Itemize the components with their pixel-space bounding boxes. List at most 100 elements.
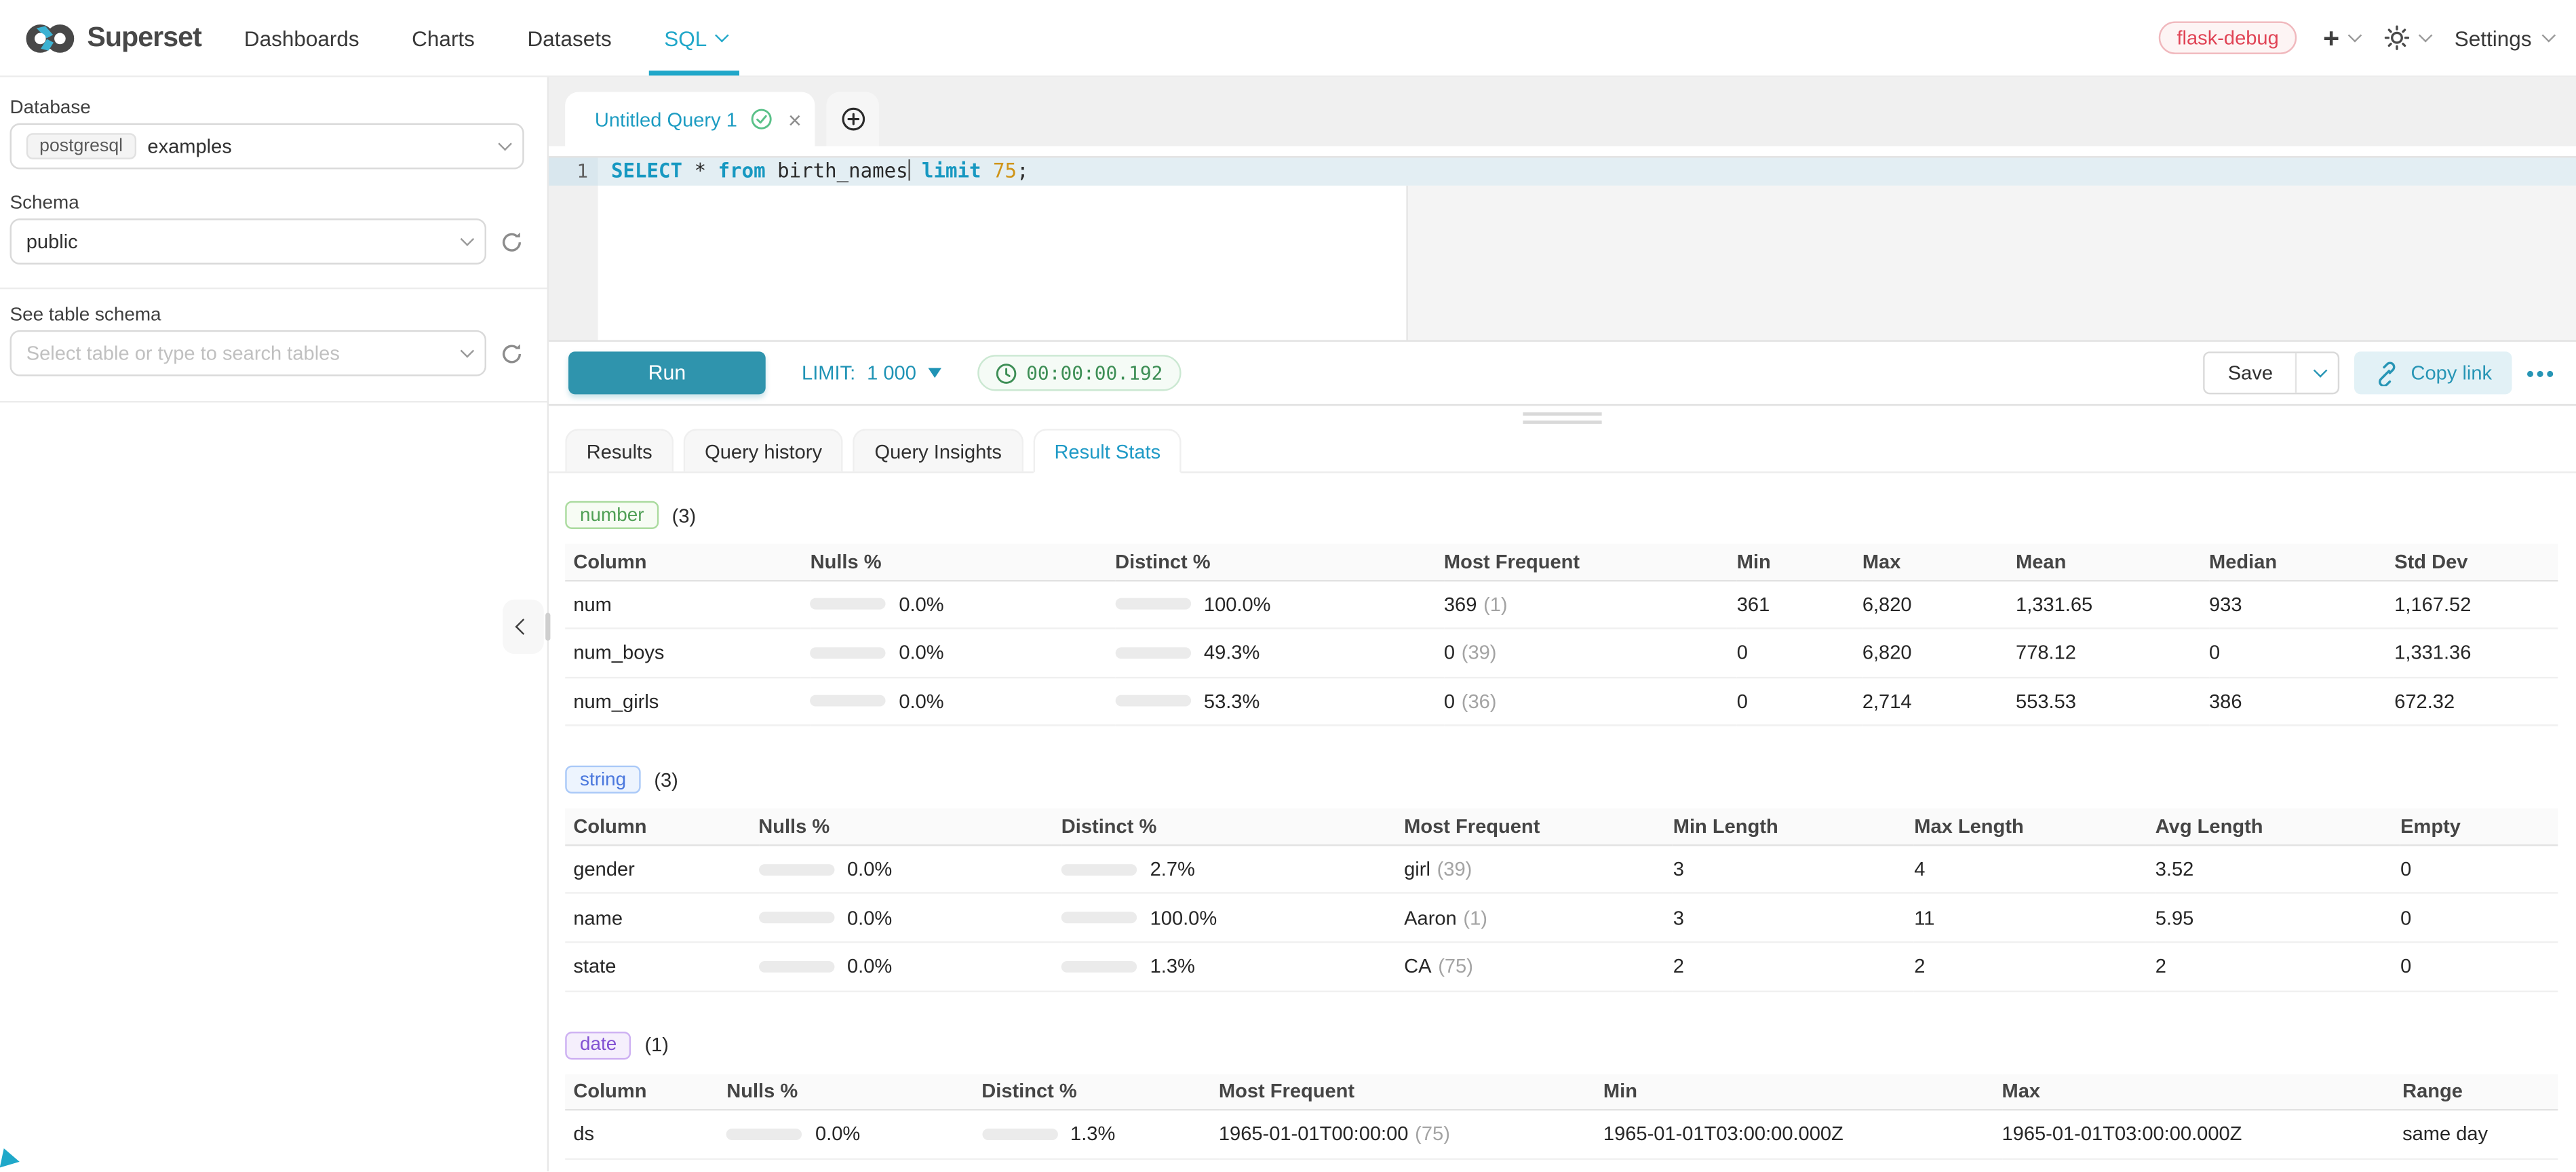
nav-item-charts[interactable]: Charts [412, 0, 475, 75]
value-cell: num_boys [565, 629, 810, 678]
percent-cell: 0.0% [758, 845, 1061, 894]
schema-select[interactable]: public [10, 218, 486, 265]
table-schema-label: See table schema [0, 306, 547, 326]
sql-token-number: 75 [993, 159, 1017, 182]
settings-menu[interactable]: Settings [2455, 26, 2552, 50]
value-cell: 1965-01-01T03:00:00.000Z [2002, 1110, 2403, 1158]
database-select[interactable]: postgresql examples [10, 123, 524, 170]
sql-code-line: SELECT * from birth_names limit 75; [611, 158, 1029, 186]
save-button[interactable]: Save [2205, 353, 2296, 393]
column-header: Most Frequent [1444, 544, 1737, 580]
value-cell: 553.53 [2016, 677, 2209, 726]
sidebar-divider [0, 401, 547, 402]
type-badge-number: number [565, 501, 659, 529]
nav-item-datasets[interactable]: Datasets [527, 0, 611, 75]
chevron-down-icon [461, 232, 475, 246]
close-tab-icon[interactable]: × [788, 108, 802, 131]
panel-scrollbar-thumb[interactable] [545, 612, 550, 640]
copy-link-button[interactable]: Copy link [2355, 351, 2512, 394]
navbar: Superset Dashboards Charts Datasets SQL … [0, 0, 2576, 77]
value-cell: ds [565, 1110, 726, 1158]
print-margin-zone [1406, 186, 2576, 340]
theme-dropdown[interactable] [2384, 24, 2428, 51]
navbar-right: flask-debug + Settings [2159, 21, 2552, 54]
column-header: Max Length [1914, 808, 2155, 844]
circle-plus-icon [840, 106, 865, 131]
table-select[interactable]: Select table or type to search tables [10, 330, 486, 376]
sql-editor-panel: Untitled Query 1 × [549, 77, 2576, 1171]
link-icon [2375, 361, 2399, 385]
save-options-caret[interactable] [2296, 353, 2339, 393]
column-header: Column [565, 1074, 726, 1110]
value-cell: 5.95 [2155, 893, 2400, 942]
add-query-tab-button[interactable] [826, 92, 879, 146]
column-header: Max [1862, 544, 2016, 580]
sql-token-plain: birth_names [766, 159, 908, 182]
query-tab-bar: Untitled Query 1 × [549, 77, 2576, 146]
column-header: Empty [2400, 808, 2558, 844]
tab-results[interactable]: Results [565, 429, 674, 471]
progress-bar [1061, 863, 1137, 875]
environment-tag: flask-debug [2159, 21, 2297, 54]
column-header: Distinct % [1115, 544, 1444, 580]
number-stats-table: ColumnNulls %Distinct %Most FrequentMinM… [565, 544, 2558, 727]
column-header: Nulls % [726, 1074, 981, 1110]
most-frequent-cell: Aaron(1) [1404, 893, 1673, 942]
tab-result-stats[interactable]: Result Stats [1033, 429, 1182, 473]
value-cell: 386 [2209, 677, 2394, 726]
superset-logo[interactable]: Superset [24, 21, 201, 54]
value-cell: 3 [1673, 845, 1914, 894]
limit-dropdown[interactable]: LIMIT: 1 000 [802, 362, 941, 385]
chevron-down-icon [2419, 28, 2433, 43]
limit-label: LIMIT: [802, 362, 855, 385]
elapsed-time: 00:00:00.192 [1026, 362, 1163, 385]
most-frequent-cell: CA(75) [1404, 942, 1673, 991]
pane-resize-handle[interactable] [1523, 412, 1601, 423]
nav-item-sql[interactable]: SQL [664, 0, 725, 75]
tabbar-bottom-strip [549, 146, 2576, 158]
chevron-down-icon [2314, 364, 2328, 378]
caret-down-icon [928, 368, 941, 378]
toolbar-right: Save Copy link ••• [2203, 351, 2556, 394]
column-count: (3) [654, 768, 678, 792]
chevron-left-icon [515, 619, 531, 635]
chevron-down-icon [716, 28, 730, 43]
value-cell: 0 [1737, 677, 1862, 726]
value-cell: 361 [1737, 580, 1862, 629]
refresh-tables-icon[interactable] [499, 341, 524, 366]
sidebar-divider [0, 288, 547, 289]
percent-cell: 0.0% [726, 1110, 981, 1158]
column-header: Min [1603, 1074, 2002, 1110]
most-frequent-cell: 1965-01-01T00:00:00(75) [1219, 1110, 1603, 1158]
value-cell: 1,331.36 [2394, 629, 2558, 678]
more-actions-button[interactable]: ••• [2526, 361, 2556, 385]
nav-item-dashboards[interactable]: Dashboards [244, 0, 359, 75]
tab-query-insights[interactable]: Query Insights [853, 429, 1023, 471]
progress-bar [811, 647, 886, 659]
column-header: Mean [2016, 544, 2209, 580]
collapse-sidebar-button[interactable] [503, 600, 544, 654]
column-header: Most Frequent [1404, 808, 1673, 844]
column-count: (1) [644, 1034, 669, 1057]
value-cell: 4 [1914, 845, 2155, 894]
progress-bar [1115, 647, 1190, 659]
value-cell: 0 [2400, 845, 2558, 894]
sql-token-plain [910, 159, 922, 182]
sql-lab-app: Superset Dashboards Charts Datasets SQL … [0, 0, 2576, 1172]
query-tab[interactable]: Untitled Query 1 × [565, 92, 815, 146]
value-cell: num_girls [565, 677, 810, 726]
percent-cell: 0.0% [758, 942, 1061, 991]
sql-code-editor[interactable]: 1 SELECT * from birth_names limit 75; [549, 158, 2576, 340]
refresh-schemas-icon[interactable] [499, 229, 524, 254]
run-button[interactable]: Run [568, 351, 766, 394]
new-item-dropdown[interactable]: + [2323, 24, 2358, 52]
column-header: Most Frequent [1219, 1074, 1603, 1110]
progress-bar [1115, 598, 1190, 610]
query-tab-title: Untitled Query 1 [595, 108, 737, 131]
sql-token-plain [981, 159, 994, 182]
column-header: Std Dev [2394, 544, 2558, 580]
database-engine-tag: postgresql [26, 133, 136, 159]
value-cell: 672.32 [2394, 677, 2558, 726]
query-success-icon [750, 109, 771, 130]
tab-query-history[interactable]: Query history [684, 429, 844, 471]
